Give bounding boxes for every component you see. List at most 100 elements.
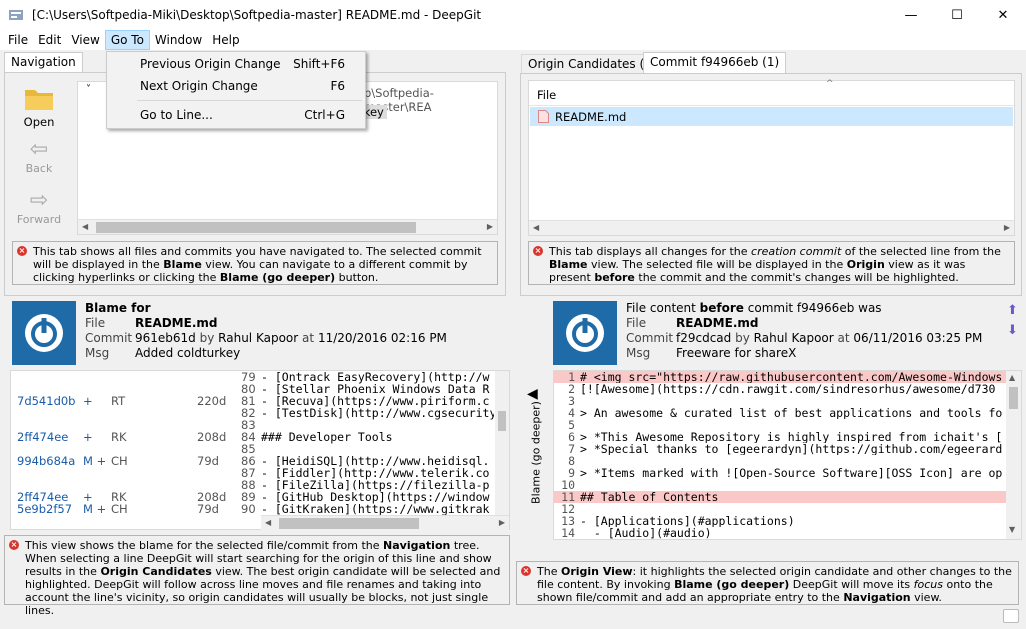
- back-button[interactable]: ⇦ Back: [15, 137, 63, 176]
- menu-item-go-to-line[interactable]: Go to Line... Ctrl+G: [107, 104, 365, 126]
- minimize-button[interactable]: —: [888, 0, 934, 30]
- changed-files-table[interactable]: File ^ README.md ◀ ▶: [528, 79, 1015, 236]
- origin-line[interactable]: 8: [554, 455, 1006, 467]
- folder-icon: [25, 90, 53, 110]
- blame-flags: M +: [83, 502, 107, 515]
- menu-file[interactable]: File: [3, 30, 33, 50]
- blame-flags: +: [83, 430, 93, 444]
- blame-age: 208d: [197, 430, 227, 444]
- blame-row[interactable]: 2ff474ee + RK 208d 84: [11, 431, 261, 443]
- blame-row[interactable]: 7d541d0b + RT 220d 81: [11, 395, 261, 407]
- origin-line[interactable]: 11 ## Table of Contents: [554, 491, 1006, 503]
- origin-line[interactable]: 9 > *Items marked with ![Open-Source Soft…: [554, 467, 1006, 479]
- code-text: - [Audio](#audio): [580, 527, 712, 539]
- line-number: 3: [568, 395, 575, 407]
- tab-navigation[interactable]: Navigation: [4, 52, 83, 73]
- blame-author: CH: [111, 502, 128, 515]
- next-change-icon[interactable]: ⬇: [1007, 324, 1018, 338]
- blame-flags: +: [83, 394, 93, 408]
- code-text: > *Items marked with ![Open-Source Softw…: [580, 467, 1003, 479]
- goto-menu: Previous Origin Change Shift+F6 Next Orig…: [106, 51, 366, 129]
- code-text: ## Table of Contents: [580, 491, 719, 503]
- menu-edit[interactable]: Edit: [33, 30, 66, 50]
- blame-row[interactable]: 82: [11, 407, 261, 419]
- power-icon: [566, 314, 604, 352]
- menu-item-next-origin-change[interactable]: Next Origin Change F6: [107, 75, 365, 97]
- blame-hash: 2ff474ee: [17, 430, 69, 444]
- code-line: ### Developer Tools: [261, 430, 393, 444]
- origin-line[interactable]: 14 - [Audio](#audio): [554, 527, 1006, 539]
- blame-hash: 994b684a: [17, 454, 76, 468]
- menu-goto[interactable]: Go To: [104, 30, 150, 50]
- origin-line[interactable]: 4 > An awesome & curated list of best app…: [554, 407, 1006, 419]
- blame-row[interactable]: 994b684a M + CH 79d 86: [11, 455, 261, 467]
- blame-hash: 7d541d0b: [17, 394, 76, 408]
- error-icon: ×: [533, 246, 543, 256]
- origin-line[interactable]: 13 - [Applications](#applications): [554, 515, 1006, 527]
- origin-line[interactable]: 2 [![Awesome](https://cdn.rawgit.com/sind…: [554, 383, 1006, 395]
- blame-info: × This view shows the blame for the sele…: [4, 535, 510, 617]
- blame-meta: Blame for File README.md Commit 961eb61d b…: [85, 301, 447, 360]
- origin-line[interactable]: 7 > *Special thanks to [egeerardyn](https…: [554, 443, 1006, 455]
- previous-change-icon[interactable]: ⬆: [1007, 304, 1018, 318]
- origin-line[interactable]: 3: [554, 395, 1006, 407]
- origin-code[interactable]: 1 # <img src="https://raw.githubuserconte…: [554, 371, 1006, 539]
- origin-meta: File content before commit f94966eb was …: [626, 301, 983, 360]
- line-number: 12: [561, 503, 575, 515]
- power-icon: [25, 314, 63, 352]
- open-button[interactable]: Open: [15, 86, 63, 129]
- app-icon: [9, 10, 23, 20]
- blame-gutter[interactable]: 79 80 7d541d0b + RT 220d 81 82 83 2ff474ee + RK 208d…: [11, 371, 261, 515]
- tab-commit[interactable]: Commit f94966eb (1): [643, 52, 787, 73]
- origin-editor[interactable]: 1 # <img src="https://raw.githubuserconte…: [553, 370, 1022, 540]
- back-arrow-icon: ⇦: [29, 137, 49, 162]
- origin-line[interactable]: 1 # <img src="https://raw.githubuserconte…: [554, 371, 1006, 383]
- blame-age: 79d: [197, 454, 219, 468]
- menu-item-previous-origin-change[interactable]: Previous Origin Change Shift+F6: [107, 53, 365, 75]
- table-header[interactable]: File ^: [529, 79, 1014, 106]
- line-number: 14: [561, 527, 575, 539]
- blame-hscrollbar[interactable]: ◀ ▶: [261, 515, 509, 530]
- blame-vscrollbar[interactable]: [495, 371, 509, 515]
- author-avatar: [12, 301, 76, 365]
- origin-nav-arrows: ⬆ ⬇: [1007, 304, 1018, 338]
- origin-line[interactable]: 5: [554, 419, 1006, 431]
- origin-file: README.md: [676, 316, 759, 330]
- blame-row[interactable]: 79: [11, 371, 261, 383]
- close-button[interactable]: ✕: [980, 0, 1026, 30]
- tree-hscrollbar[interactable]: ◀ ▶: [78, 219, 497, 234]
- column-file[interactable]: File: [537, 88, 556, 102]
- code-text: > An awesome & curated list of best appl…: [580, 407, 1003, 419]
- line-number: 6: [568, 431, 575, 443]
- menu-view[interactable]: View: [66, 30, 104, 50]
- navigation-info: × This tab shows all files and commits y…: [12, 241, 498, 285]
- origin-vscrollbar[interactable]: ▲ ▼: [1006, 371, 1021, 539]
- blame-age: 220d: [197, 394, 227, 408]
- blame-date: 11/20/2016 02:16 PM: [317, 331, 447, 345]
- line-number: 11: [561, 491, 575, 503]
- table-row[interactable]: README.md: [530, 107, 1013, 126]
- origin-line[interactable]: 10: [554, 479, 1006, 491]
- blame-row[interactable]: 87: [11, 467, 261, 479]
- blame-code[interactable]: - [Ontrack EasyRecovery](http://w - [Stel…: [261, 371, 494, 515]
- maximize-button[interactable]: ☐: [934, 0, 980, 30]
- line-number: 8: [568, 455, 575, 467]
- forward-button[interactable]: ⇨ Forward: [15, 189, 63, 227]
- blame-go-deeper-button[interactable]: ◀ Blame (go deeper): [523, 386, 543, 506]
- title-bar: [C:\Users\Softpedia-Miki\Desktop\Softped…: [0, 0, 1026, 30]
- files-hscrollbar[interactable]: ◀ ▶: [529, 220, 1014, 235]
- menu-help[interactable]: Help: [207, 30, 244, 50]
- blame-editor[interactable]: 79 80 7d541d0b + RT 220d 81 82 83 2ff474ee + RK 208d…: [10, 370, 510, 530]
- notification-icon[interactable]: [1003, 609, 1019, 623]
- code-line: - [GitKraken](https://www.gitkrak: [261, 502, 490, 515]
- origin-line[interactable]: 6 > *This Awesome Repository is highly in…: [554, 431, 1006, 443]
- error-icon: ×: [521, 566, 531, 576]
- blame-row[interactable]: 5e9b2f57 M + CH 79d 90: [11, 503, 261, 515]
- origin-view-info: × The Origin View: it highlights the sel…: [516, 561, 1019, 605]
- code-text: - [Applications](#applications): [580, 515, 795, 527]
- menu-window[interactable]: Window: [150, 30, 207, 50]
- origin-message: Freeware for shareX: [676, 346, 797, 360]
- origin-line[interactable]: 12: [554, 503, 1006, 515]
- file-name: README.md: [555, 110, 627, 124]
- expand-chevron-icon[interactable]: ˅: [86, 84, 91, 95]
